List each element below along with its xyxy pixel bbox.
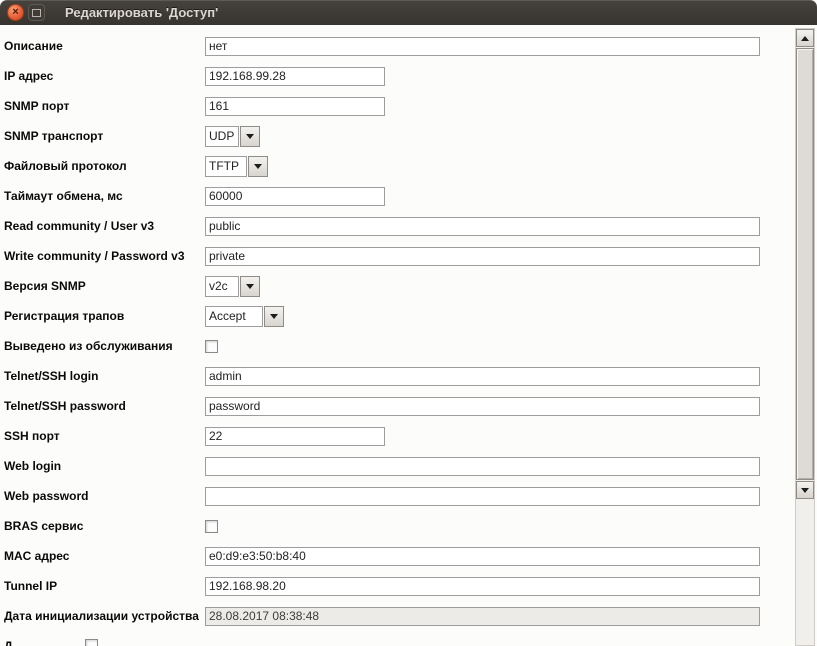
dropdown-value: TFTP [205, 156, 247, 177]
field-label: Файловый протокол [4, 159, 205, 173]
text-input[interactable] [205, 67, 385, 86]
text-input[interactable] [205, 397, 760, 416]
dropdown[interactable]: UDP [205, 126, 260, 147]
field-label: BRAS сервис [4, 519, 205, 533]
form-row: Версия SNMPv2c [0, 271, 817, 301]
form-row: BRAS сервис [0, 511, 817, 541]
field-label: Read community / User v3 [4, 219, 205, 233]
field-label: Выведено из обслуживания [4, 339, 205, 353]
form-row: Web login [0, 451, 817, 481]
form-row: SSH порт [0, 421, 817, 451]
text-input[interactable] [205, 367, 760, 386]
field-label: Дата инициализации устройства [4, 609, 205, 623]
field-label: SNMP транспорт [4, 129, 205, 143]
dropdown-value: v2c [205, 276, 239, 297]
window-title: Редактировать 'Доступ' [65, 5, 218, 20]
form-rows: Описание IP адрес SNMP порт SNMP транспортU… [0, 31, 817, 646]
text-input[interactable] [205, 427, 385, 446]
chevron-down-icon [254, 164, 262, 169]
field-label: Таймаут обмена, мс [4, 189, 205, 203]
form-row: SNMP порт [0, 91, 817, 121]
dropdown-arrow-button[interactable] [248, 156, 268, 177]
close-button[interactable]: × [7, 4, 24, 21]
text-input[interactable] [205, 247, 760, 266]
text-input[interactable] [205, 457, 760, 476]
field-label: Web login [4, 459, 205, 473]
dropdown[interactable]: v2c [205, 276, 260, 297]
scroll-thumb[interactable] [796, 48, 814, 480]
dropdown-arrow-button[interactable] [264, 306, 284, 327]
checkbox[interactable] [205, 520, 218, 533]
maximize-button[interactable] [28, 4, 45, 21]
field-label: Web password [4, 489, 205, 503]
scrollbar[interactable] [795, 28, 815, 646]
text-input[interactable] [205, 217, 760, 236]
field-label: MAC адрес [4, 549, 205, 563]
dropdown[interactable]: TFTP [205, 156, 268, 177]
checkbox[interactable] [205, 340, 218, 353]
maximize-icon [32, 9, 41, 17]
form-row: Д [0, 631, 817, 646]
dropdown-arrow-button[interactable] [240, 126, 260, 147]
text-input[interactable] [205, 37, 760, 56]
form-row: Файловый протоколTFTP [0, 151, 817, 181]
text-input[interactable] [205, 97, 385, 116]
field-label: IP адрес [4, 69, 205, 83]
dropdown[interactable]: Accept [205, 306, 284, 327]
dropdown-arrow-button[interactable] [240, 276, 260, 297]
close-icon: × [12, 7, 18, 18]
dropdown-value: Accept [205, 306, 263, 327]
text-input[interactable] [205, 547, 760, 566]
text-input [205, 607, 760, 626]
field-label: Описание [4, 39, 205, 53]
field-label: Регистрация трапов [4, 309, 205, 323]
field-label: SNMP порт [4, 99, 205, 113]
field-label: Tunnel IP [4, 579, 205, 593]
form-row: Tunnel IP [0, 571, 817, 601]
text-input[interactable] [205, 487, 760, 506]
scroll-up-button[interactable] [796, 29, 814, 47]
form-row: IP адрес [0, 61, 817, 91]
window-titlebar[interactable]: × Редактировать 'Доступ' [0, 0, 817, 25]
edit-access-dialog: × Редактировать 'Доступ' Описание IP адре… [0, 0, 817, 646]
field-label: Версия SNMP [4, 279, 205, 293]
form-row: Дата инициализации устройства [0, 601, 817, 631]
form-row: Read community / User v3 [0, 211, 817, 241]
arrow-up-icon [801, 36, 809, 41]
chevron-down-icon [246, 134, 254, 139]
chevron-down-icon [270, 314, 278, 319]
chevron-down-icon [246, 284, 254, 289]
field-label: SSH порт [4, 429, 205, 443]
scroll-down-button[interactable] [796, 481, 814, 499]
field-label: Д [4, 639, 205, 646]
field-label: Telnet/SSH password [4, 399, 205, 413]
dropdown-value: UDP [205, 126, 239, 147]
form-row: Write community / Password v3 [0, 241, 817, 271]
form-row: MAC адрес [0, 541, 817, 571]
checkbox[interactable] [85, 639, 98, 646]
field-label: Write community / Password v3 [4, 249, 205, 263]
form-row: Описание [0, 31, 817, 61]
form-row: Telnet/SSH password [0, 391, 817, 421]
field-label: Telnet/SSH login [4, 369, 205, 383]
form-row: Выведено из обслуживания [0, 331, 817, 361]
form-panel: Описание IP адрес SNMP порт SNMP транспортU… [0, 25, 817, 646]
text-input[interactable] [205, 187, 385, 206]
form-row: Таймаут обмена, мс [0, 181, 817, 211]
arrow-down-icon [801, 488, 809, 493]
form-row: Регистрация траповAccept [0, 301, 817, 331]
form-row: Telnet/SSH login [0, 361, 817, 391]
form-row: Web password [0, 481, 817, 511]
text-input[interactable] [205, 577, 760, 596]
form-row: SNMP транспортUDP [0, 121, 817, 151]
